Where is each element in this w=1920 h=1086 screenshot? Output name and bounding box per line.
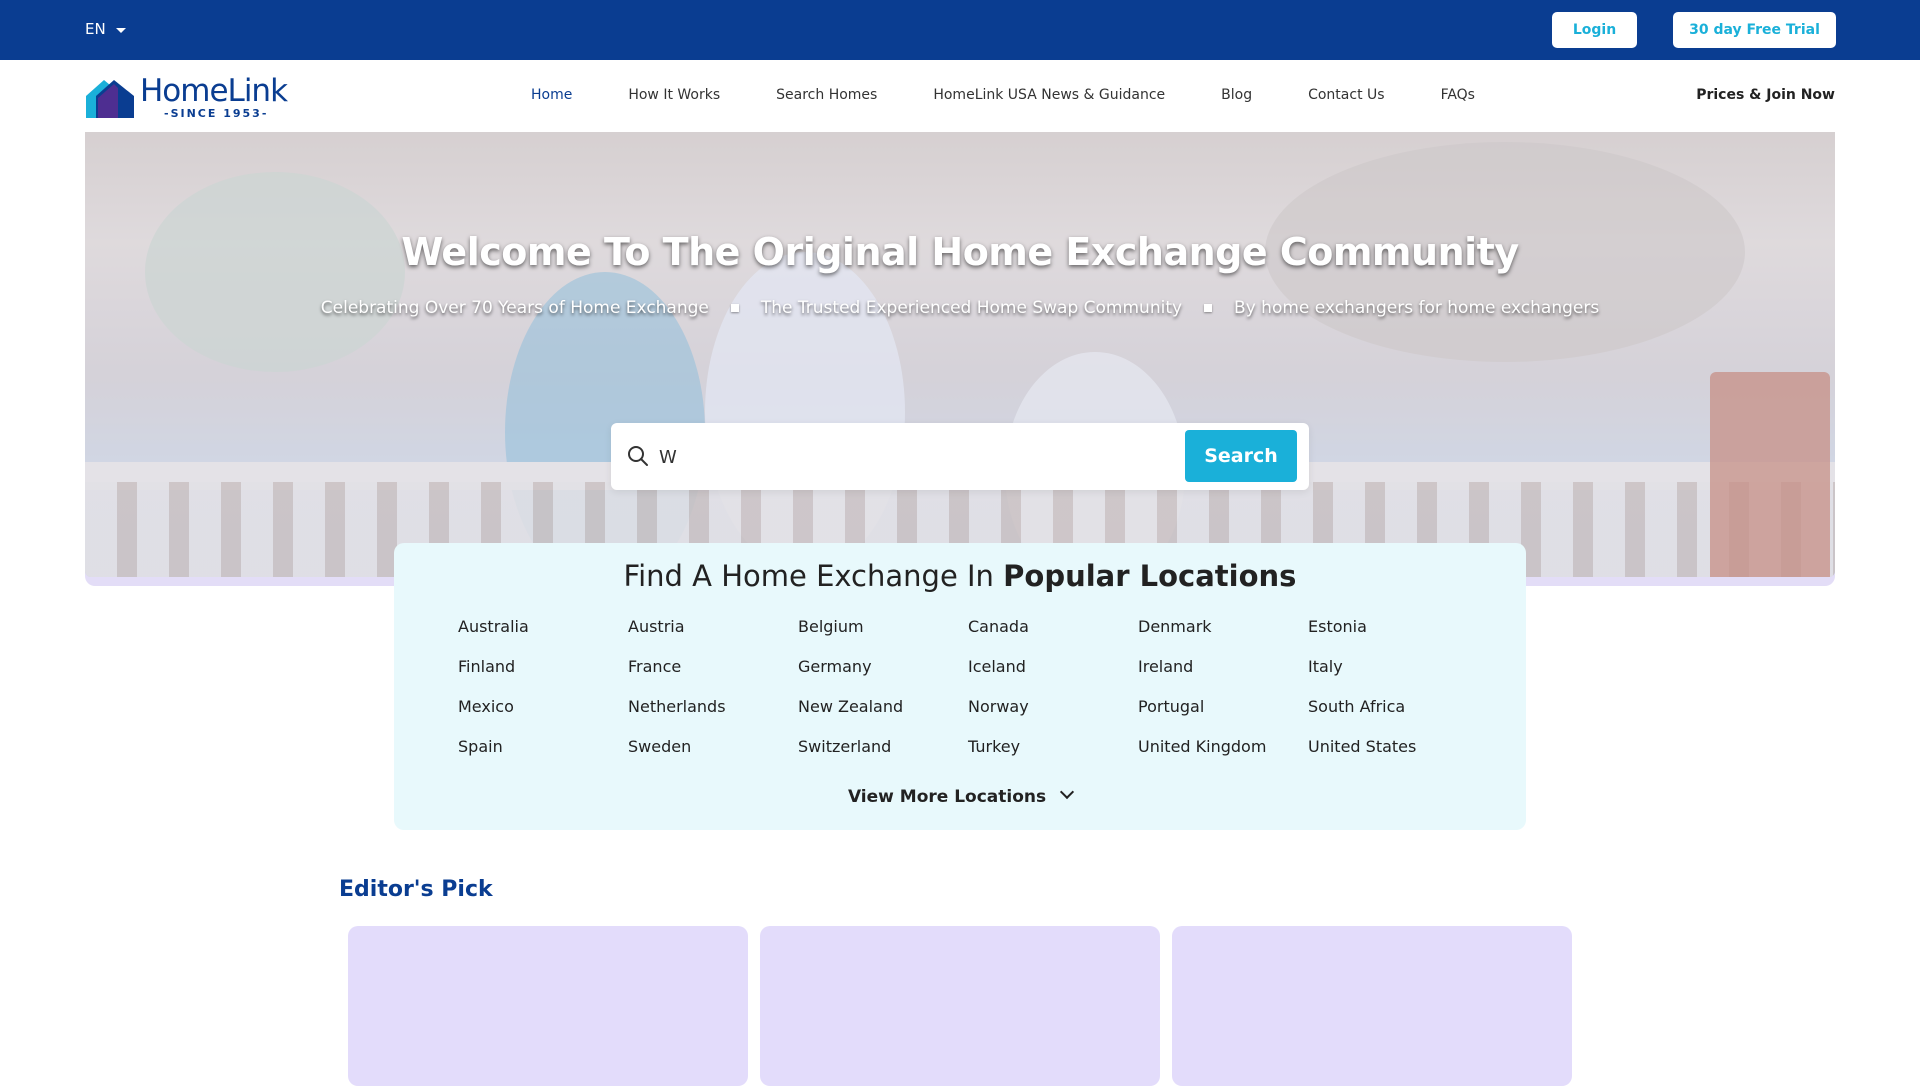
logo-tagline: -SINCE 1953-	[164, 107, 269, 120]
location-link[interactable]: France	[628, 657, 798, 677]
location-link[interactable]: Denmark	[1138, 617, 1308, 637]
location-link[interactable]: Estonia	[1308, 617, 1478, 637]
location-link[interactable]: Netherlands	[628, 697, 798, 717]
hero-subtitle: Celebrating Over 70 Years of Home Exchan…	[320, 298, 709, 318]
nav-how-it-works[interactable]: How It Works	[628, 87, 720, 103]
locations-title-prefix: Find A Home Exchange In	[623, 559, 994, 593]
locations-title-bold: Popular Locations	[1003, 559, 1297, 593]
hero-subtitle-row: Celebrating Over 70 Years of Home Exchan…	[85, 298, 1835, 318]
hero-subtitle: By home exchangers for home exchangers	[1234, 298, 1600, 318]
search-box: Search	[611, 423, 1309, 490]
location-link[interactable]: Spain	[458, 737, 628, 757]
bullet-square-icon	[1204, 304, 1213, 312]
main-navbar: HomeLink -SINCE 1953- Home How It Works …	[0, 60, 1920, 132]
hero-overlay	[85, 132, 1835, 577]
location-link[interactable]: Sweden	[628, 737, 798, 757]
login-button[interactable]: Login	[1552, 12, 1637, 48]
locations-title: Find A Home Exchange In Popular Location…	[394, 559, 1526, 593]
free-trial-button[interactable]: 30 day Free Trial	[1673, 12, 1836, 48]
editors-pick-card[interactable]	[1172, 926, 1572, 1086]
popular-locations-panel: Find A Home Exchange In Popular Location…	[394, 543, 1526, 830]
primary-nav: Home How It Works Search Homes HomeLink …	[531, 87, 1531, 103]
search-button[interactable]: Search	[1185, 430, 1297, 482]
location-link[interactable]: Germany	[798, 657, 968, 677]
hero-subtitle: The Trusted Experienced Home Swap Commun…	[760, 298, 1183, 318]
hero-title: Welcome To The Original Home Exchange Co…	[401, 230, 1519, 274]
nav-home[interactable]: Home	[531, 87, 572, 103]
hero-banner: Welcome To The Original Home Exchange Co…	[85, 132, 1835, 577]
location-link[interactable]: New Zealand	[798, 697, 968, 717]
top-bar: EN Login 30 day Free Trial	[0, 0, 1920, 60]
location-link[interactable]: Norway	[968, 697, 1138, 717]
location-link[interactable]: Mexico	[458, 697, 628, 717]
logo-wordmark: HomeLink	[140, 73, 288, 109]
bullet-square-icon	[730, 304, 739, 312]
location-link[interactable]: Switzerland	[798, 737, 968, 757]
chevron-down-icon	[1059, 784, 1075, 800]
homelink-logo[interactable]: HomeLink -SINCE 1953-	[84, 74, 289, 120]
location-link[interactable]: Ireland	[1138, 657, 1308, 677]
location-link[interactable]: Belgium	[798, 617, 968, 637]
locations-grid: Australia Austria Belgium Canada Denmark…	[458, 617, 1478, 757]
nav-blog[interactable]: Blog	[1221, 87, 1252, 103]
editors-pick-card[interactable]	[348, 926, 748, 1086]
nav-contact-us[interactable]: Contact Us	[1308, 87, 1384, 103]
nav-faqs[interactable]: FAQs	[1441, 87, 1475, 103]
location-link[interactable]: United States	[1308, 737, 1478, 757]
location-link[interactable]: Finland	[458, 657, 628, 677]
location-link[interactable]: Turkey	[968, 737, 1138, 757]
nav-search-homes[interactable]: Search Homes	[776, 87, 877, 103]
location-link[interactable]: Austria	[628, 617, 798, 637]
view-more-label: View More Locations	[847, 787, 1047, 807]
view-more-locations-button[interactable]: View More Locations	[394, 784, 1526, 807]
location-link[interactable]: Italy	[1308, 657, 1478, 677]
location-link[interactable]: Australia	[458, 617, 628, 637]
prices-join-link[interactable]: Prices & Join Now	[1696, 87, 1835, 103]
editors-pick-heading: Editor's Pick	[339, 877, 493, 902]
editors-pick-card[interactable]	[760, 926, 1160, 1086]
location-link[interactable]: South Africa	[1308, 697, 1478, 717]
location-link[interactable]: Portugal	[1138, 697, 1308, 717]
language-label: EN	[85, 20, 106, 38]
nav-news-guidance[interactable]: HomeLink USA News & Guidance	[933, 87, 1165, 103]
language-selector[interactable]: EN	[85, 20, 126, 38]
location-link[interactable]: Iceland	[968, 657, 1138, 677]
search-input[interactable]	[659, 437, 1159, 477]
location-link[interactable]: United Kingdom	[1138, 737, 1308, 757]
search-icon	[628, 446, 648, 466]
caret-down-icon	[115, 27, 126, 33]
house-logo-icon	[86, 80, 134, 118]
location-link[interactable]: Canada	[968, 617, 1138, 637]
